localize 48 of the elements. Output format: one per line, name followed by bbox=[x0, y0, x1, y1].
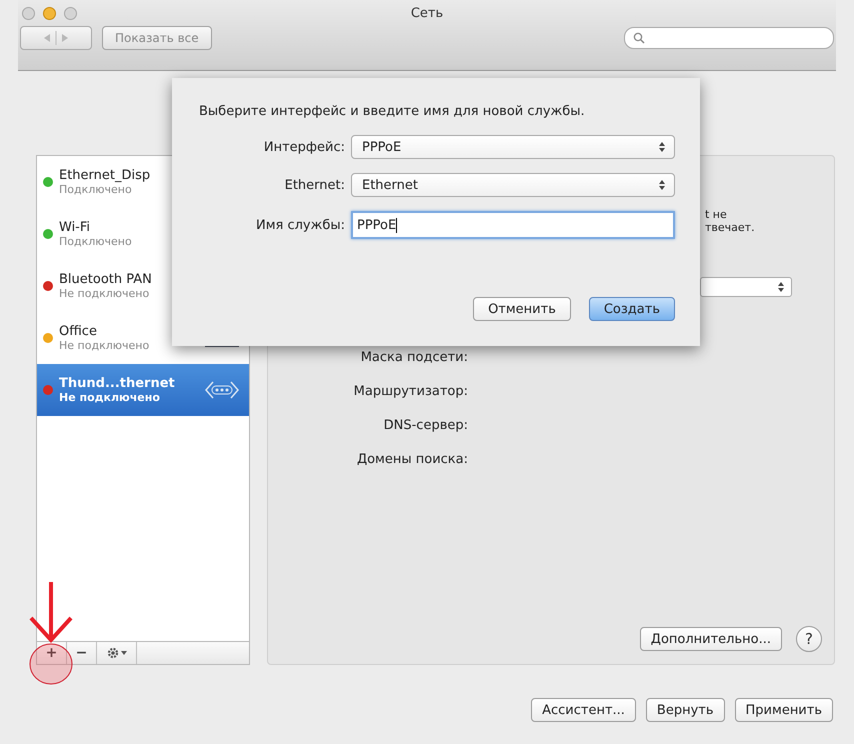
up-down-arrows-icon bbox=[658, 179, 666, 191]
service-name: Thund...thernet bbox=[59, 376, 176, 391]
service-status: Не подключено bbox=[59, 287, 150, 300]
minimize-window-button[interactable] bbox=[43, 7, 56, 20]
service-item[interactable]: Thund...thernet Не подключено bbox=[37, 364, 249, 416]
field-label: Ethernet: bbox=[284, 178, 345, 192]
field-label: DNS-сервер: bbox=[384, 418, 468, 433]
up-down-arrows-icon bbox=[658, 141, 666, 153]
dialog-button[interactable]: Отменить bbox=[473, 297, 571, 321]
field-label: Маска подсети: bbox=[360, 350, 468, 365]
footer-button[interactable]: Применить bbox=[734, 698, 833, 722]
service-status: Не подключено bbox=[59, 391, 161, 404]
status-description-text: t не bbox=[705, 208, 728, 221]
footer-button[interactable]: Вернуть bbox=[646, 698, 725, 722]
close-window-button[interactable] bbox=[22, 7, 35, 20]
status-description-text: твечает. bbox=[705, 221, 755, 234]
field-label: Интерфейс: bbox=[262, 140, 345, 154]
dropdown-field[interactable]: PPPoE bbox=[351, 135, 675, 159]
dialog-button[interactable]: Создать bbox=[588, 297, 675, 321]
field-label: Маршрутизатор: bbox=[354, 384, 468, 399]
remove-service-button[interactable]: − bbox=[67, 642, 97, 664]
configure-popup[interactable] bbox=[700, 277, 792, 297]
dialog-prompt: Выберите интерфейс и введите имя для новой службы. bbox=[199, 104, 586, 119]
service-status: Подключено bbox=[59, 183, 133, 196]
service-name-input[interactable]: PPPoE bbox=[351, 211, 675, 239]
dropdown-field[interactable]: Ethernet bbox=[351, 173, 675, 197]
advanced-button[interactable]: Дополнительно... bbox=[640, 627, 782, 651]
service-name: Bluetooth PAN bbox=[59, 272, 153, 287]
field-label: Домены поиска: bbox=[356, 452, 468, 467]
service-status: Не подключено bbox=[59, 339, 150, 352]
service-item[interactable]: Bluetooth PAN Не подключено bbox=[37, 260, 249, 312]
window-title: Сеть bbox=[410, 6, 444, 20]
help-button[interactable]: ? bbox=[796, 626, 822, 652]
search-field[interactable] bbox=[624, 27, 834, 49]
search-icon bbox=[633, 32, 645, 44]
service-name: Wi-Fi bbox=[59, 220, 92, 235]
field-label: Имя службы: bbox=[254, 218, 345, 232]
gear-icon bbox=[106, 646, 128, 660]
connector-dots-icon bbox=[205, 380, 239, 400]
up-down-arrows-icon bbox=[777, 281, 785, 293]
zoom-window-button[interactable] bbox=[64, 7, 77, 20]
footer-button[interactable]: Ассистент... bbox=[531, 698, 636, 722]
service-status: Подключено bbox=[59, 235, 133, 248]
back-forward-control[interactable] bbox=[20, 26, 92, 50]
service-name: Office bbox=[59, 324, 98, 339]
service-name: Ethernet_Disp bbox=[59, 168, 152, 183]
service-item[interactable]: Ethernet_Disp Подключено bbox=[37, 156, 249, 208]
service-item[interactable]: Wi-Fi Подключено bbox=[37, 208, 249, 260]
